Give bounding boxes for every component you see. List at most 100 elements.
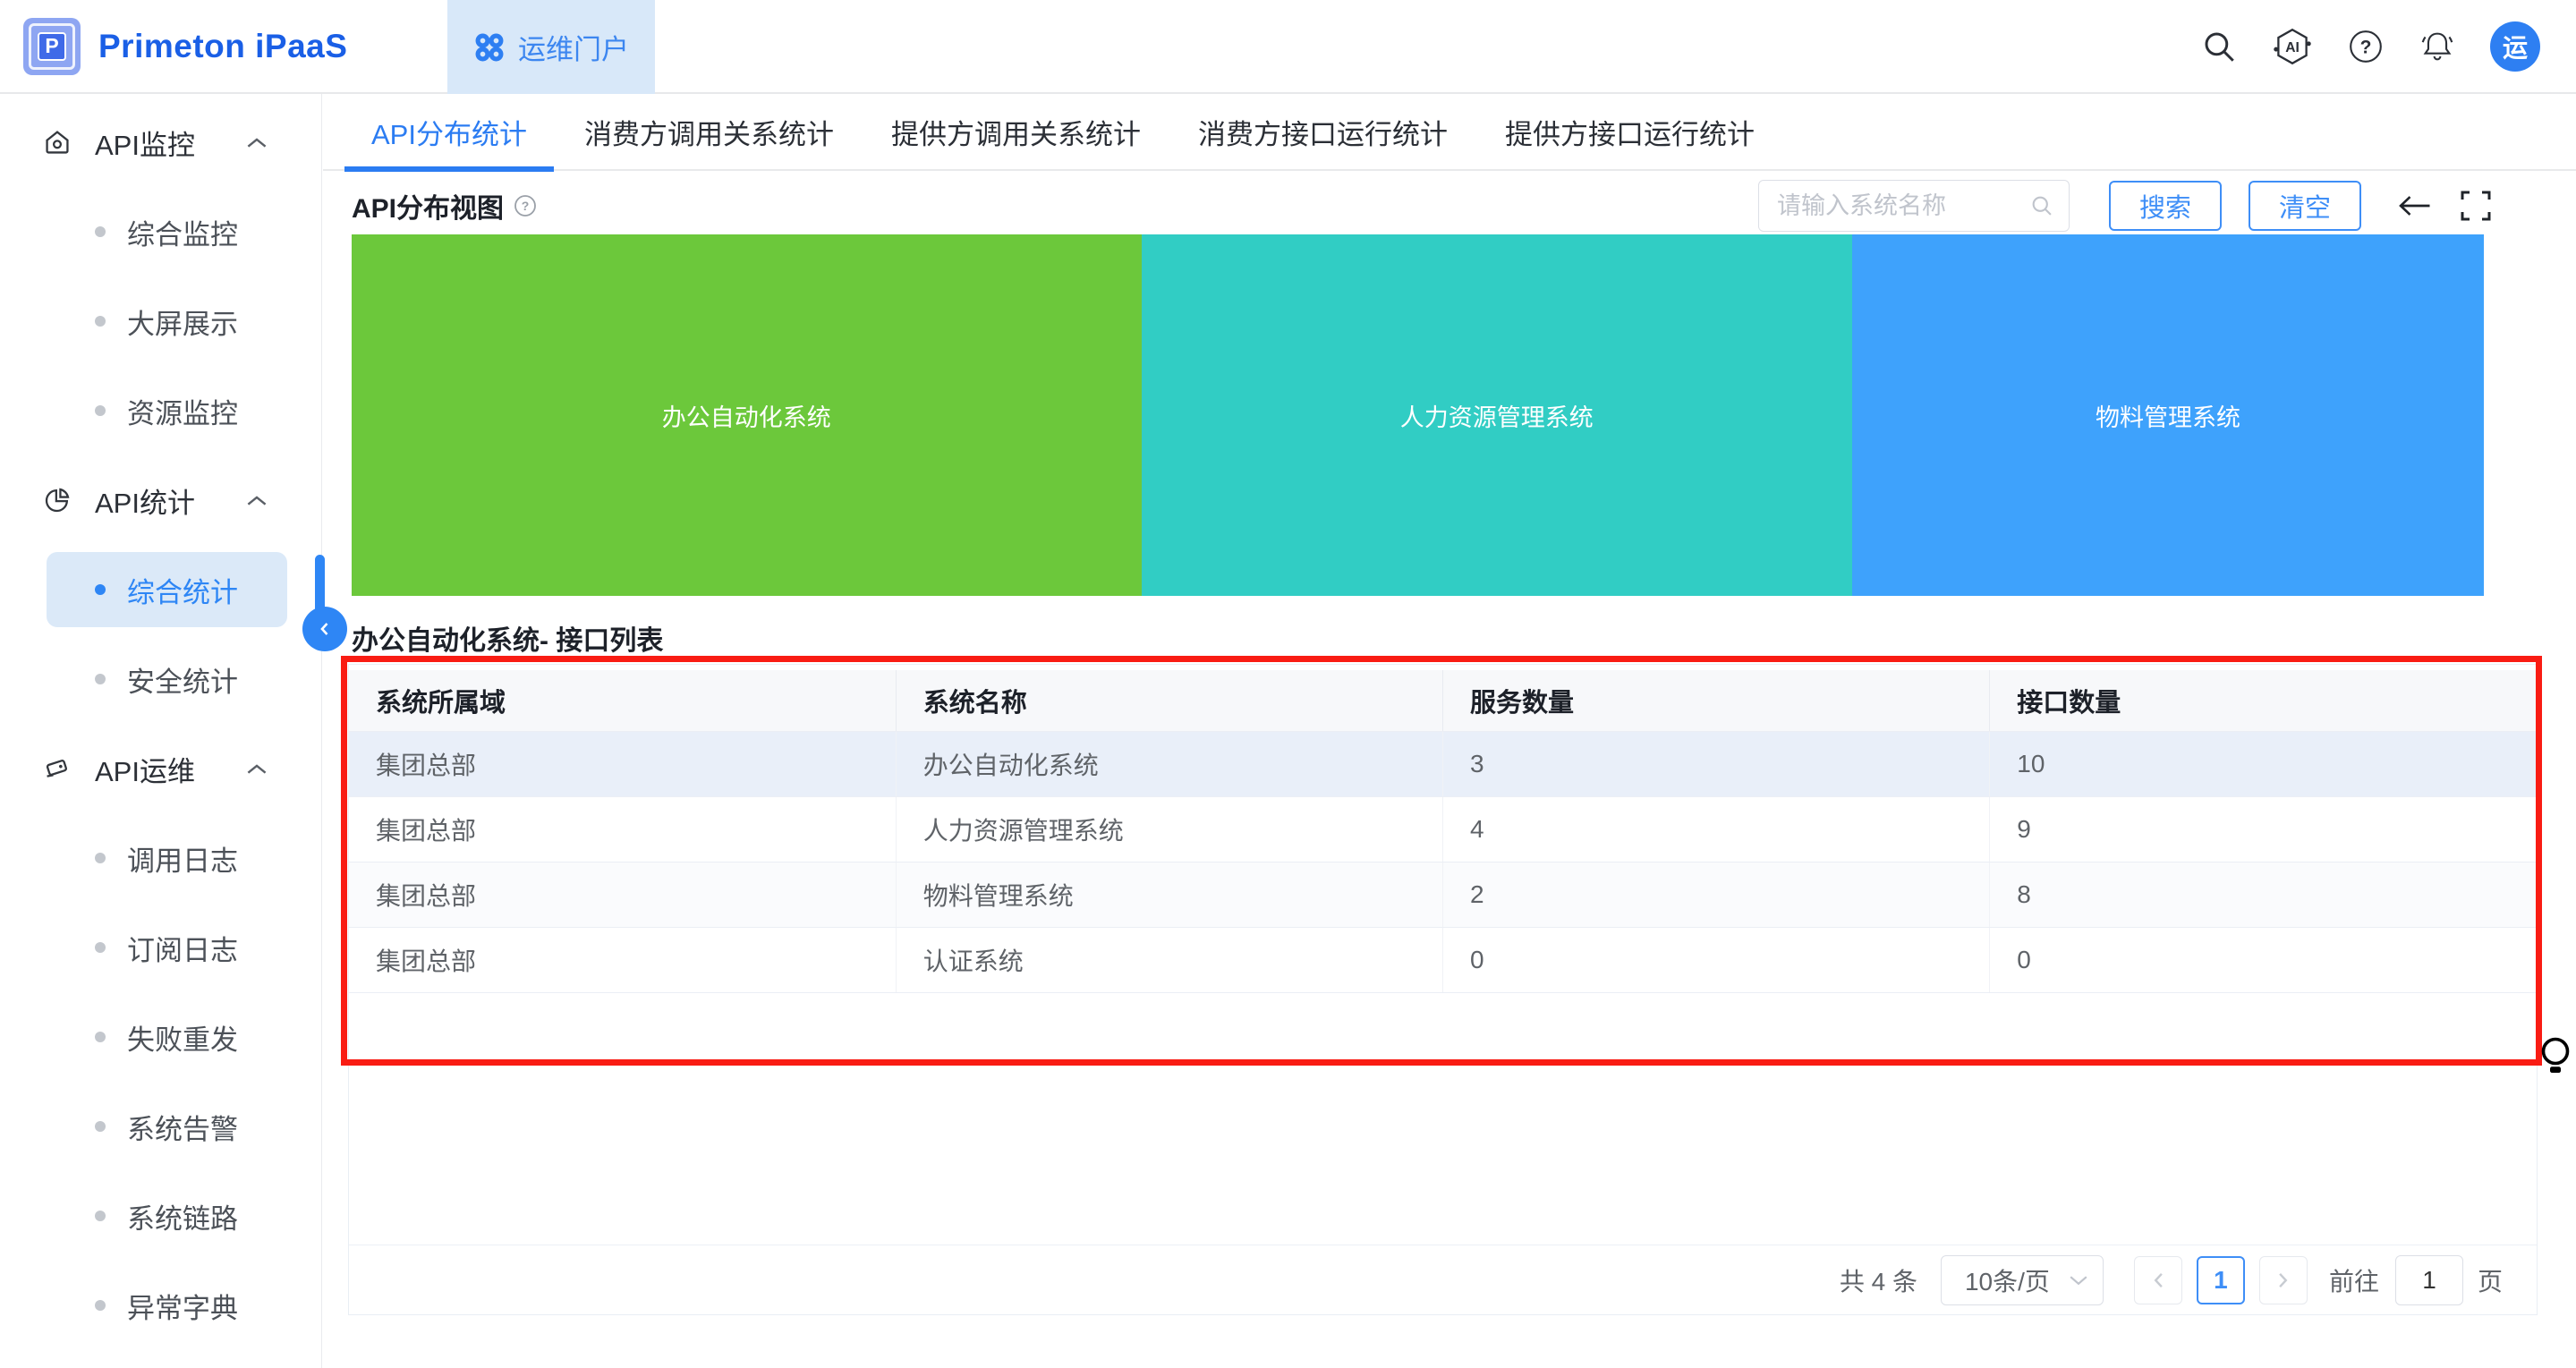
treemap-block-material-management[interactable]: 物料管理系统: [1852, 234, 2484, 596]
sidebar-item-system-links[interactable]: 系统链路: [0, 1171, 321, 1261]
search-button[interactable]: 搜索: [2109, 181, 2222, 231]
cell-interfaces: 0: [1990, 927, 2537, 992]
lightbulb-icon: [2539, 1034, 2572, 1089]
sidebar-group-label: API运维: [95, 749, 195, 789]
sidebar-item-label: 大屏展示: [127, 302, 238, 342]
treemap-block-hr-management[interactable]: 人力资源管理系统: [1142, 234, 1852, 596]
logo-icon: P: [23, 18, 81, 75]
system-name-search-box: [1758, 180, 2070, 232]
sidebar-item-label: 调用日志: [127, 838, 238, 879]
next-page-button[interactable]: [2259, 1256, 2308, 1304]
ops-tool-icon: [43, 754, 72, 783]
tab-consumer-interface-runtime[interactable]: 消费方接口运行统计: [1198, 93, 1448, 170]
bullet-dot: [95, 584, 106, 595]
bullet-dot: [95, 1211, 106, 1221]
bullet-dot: [95, 226, 106, 237]
sidebar-item-security-statistics[interactable]: 安全统计: [0, 634, 321, 724]
logo-p-glyph: P: [38, 32, 66, 61]
sidebar-item-resource-monitor[interactable]: 资源监控: [0, 366, 321, 455]
goto-page-input[interactable]: [2395, 1255, 2463, 1305]
fullscreen-icon[interactable]: [2458, 188, 2494, 224]
notification-bell-icon[interactable]: [2417, 26, 2458, 67]
view-title: API分布视图: [352, 186, 504, 225]
cell-domain: 集团总部: [349, 862, 896, 927]
sidebar-item-call-logs[interactable]: 调用日志: [0, 813, 321, 903]
main-content: API分布统计 消费方调用关系统计 提供方调用关系统计 消费方接口运行统计 提供…: [323, 94, 2576, 1368]
chevron-down-icon: [2069, 1274, 2088, 1287]
system-name-input[interactable]: [1777, 192, 2029, 220]
sidebar-item-big-screen[interactable]: 大屏展示: [0, 276, 321, 366]
chevron-up-icon[interactable]: [246, 494, 268, 507]
sidebar-item-system-alerts[interactable]: 系统告警: [0, 1082, 321, 1171]
app-grid-icon: [473, 31, 506, 64]
portal-tab-label: 运维门户: [518, 27, 629, 67]
ai-assistant-icon[interactable]: AI: [2270, 24, 2315, 69]
col-system-name: 系统名称: [896, 670, 1442, 731]
table-header-row: 系统所属域 系统名称 服务数量 接口数量: [349, 670, 2537, 731]
table-row[interactable]: 集团总部 认证系统 0 0: [349, 927, 2537, 992]
sidebar-item-label: 订阅日志: [127, 928, 238, 968]
sidebar-nav: API监控 综合监控 大屏展示 资源监控 API统计 综合统计 安全统计: [0, 94, 322, 1368]
table-row[interactable]: 集团总部 人力资源管理系统 4 9: [349, 796, 2537, 862]
sidebar-item-label: 异常字典: [127, 1286, 238, 1326]
table-row[interactable]: 集团总部 物料管理系统 2 8: [349, 862, 2537, 927]
chevron-up-icon[interactable]: [246, 136, 268, 149]
bullet-dot: [95, 1121, 106, 1132]
page-number-button[interactable]: 1: [2197, 1256, 2245, 1304]
prev-page-button[interactable]: [2134, 1256, 2182, 1304]
toolbar-actions: 搜索 清空: [1758, 180, 2494, 232]
sidebar-group-api-operations[interactable]: API运维: [0, 724, 321, 813]
user-avatar[interactable]: 运: [2490, 21, 2540, 72]
interface-list-title: 办公自动化系统- 接口列表: [352, 618, 663, 658]
cell-services: 4: [1443, 796, 1990, 862]
header-actions: AI ? 运: [2200, 21, 2576, 72]
page-size-select[interactable]: 10条/页: [1941, 1255, 2104, 1305]
logo: P Primeton iPaaS: [0, 18, 347, 75]
sidebar-item-label: 综合统计: [127, 570, 238, 610]
view-toolbar: API分布视图 ? 搜索 清空: [323, 173, 2576, 239]
cell-services: 0: [1443, 927, 1990, 992]
sidebar-item-failure-resend[interactable]: 失败重发: [0, 992, 321, 1082]
svg-text:AI: AI: [2285, 40, 2300, 55]
portal-tab-ops[interactable]: 运维门户: [447, 0, 655, 94]
tab-api-distribution[interactable]: API分布统计: [371, 93, 527, 170]
treemap-label: 办公自动化系统: [662, 398, 831, 433]
sidebar-group-label: API监控: [95, 123, 195, 163]
page-size-value: 10条/页: [1965, 1262, 2050, 1298]
tab-provider-call-relations[interactable]: 提供方调用关系统计: [891, 93, 1141, 170]
treemap-label: 人力资源管理系统: [1400, 398, 1594, 433]
sidebar-item-label: 系统告警: [127, 1107, 238, 1147]
tab-consumer-call-relations[interactable]: 消费方调用关系统计: [584, 93, 834, 170]
sidebar-group-api-statistics[interactable]: API统计: [0, 455, 321, 545]
cell-domain: 集团总部: [349, 927, 896, 992]
sidebar-group-label: API统计: [95, 480, 195, 521]
api-distribution-treemap: 办公自动化系统 人力资源管理系统 物料管理系统: [352, 234, 2484, 596]
clear-button[interactable]: 清空: [2249, 181, 2361, 231]
cell-system: 人力资源管理系统: [896, 796, 1442, 862]
back-arrow-icon[interactable]: [2395, 191, 2435, 220]
cell-interfaces: 10: [1990, 731, 2537, 796]
search-icon[interactable]: [2200, 28, 2238, 65]
treemap-label: 物料管理系统: [2096, 398, 2240, 433]
help-icon[interactable]: ?: [2347, 28, 2385, 65]
cell-system: 办公自动化系统: [896, 731, 1442, 796]
cell-services: 3: [1443, 731, 1990, 796]
tab-provider-interface-runtime[interactable]: 提供方接口运行统计: [1505, 93, 1755, 170]
sidebar-group-api-monitor[interactable]: API监控: [0, 98, 321, 187]
sidebar-collapse-button[interactable]: [302, 607, 347, 651]
sidebar-item-label: 综合监控: [127, 212, 238, 252]
goto-label: 前往: [2329, 1262, 2379, 1298]
sidebar-item-comprehensive-monitor[interactable]: 综合监控: [0, 187, 321, 276]
chevron-up-icon[interactable]: [246, 762, 268, 776]
sidebar-item-exception-dictionary[interactable]: 异常字典: [0, 1261, 321, 1350]
treemap-block-office-automation[interactable]: 办公自动化系统: [352, 234, 1142, 596]
sidebar-item-subscription-logs[interactable]: 订阅日志: [0, 903, 321, 992]
statistics-tabbar: API分布统计 消费方调用关系统计 提供方调用关系统计 消费方接口运行统计 提供…: [323, 94, 2576, 171]
help-circle-icon[interactable]: ?: [513, 193, 538, 218]
sidebar-item-comprehensive-statistics[interactable]: 综合统计: [0, 545, 321, 634]
cell-services: 2: [1443, 862, 1990, 927]
bullet-dot: [95, 316, 106, 327]
cell-domain: 集团总部: [349, 731, 896, 796]
sidebar-item-label: 安全统计: [127, 659, 238, 700]
table-row[interactable]: 集团总部 办公自动化系统 3 10: [349, 731, 2537, 796]
